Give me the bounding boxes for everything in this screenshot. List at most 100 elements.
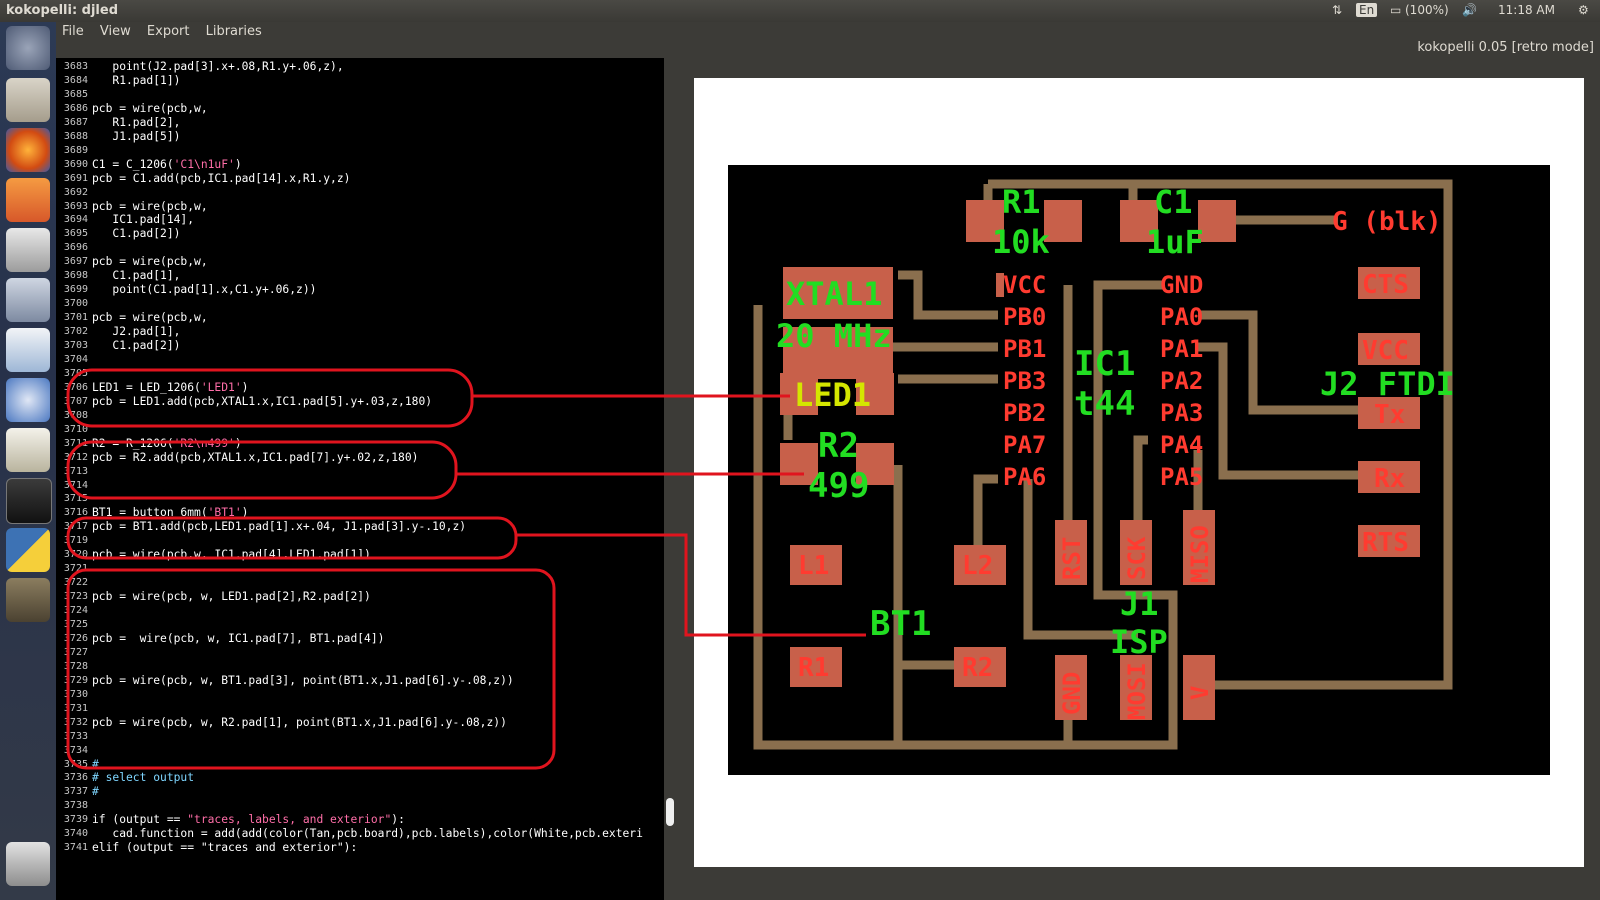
pad-label: L1 [798, 551, 829, 581]
code-line[interactable]: pcb = wire(pcb, w, BT1.pad[3], point(BT1… [92, 674, 514, 688]
pad-label: Rx [1374, 464, 1405, 494]
code-line[interactable]: pcb = C1.add(pcb,IC1.pad[14].x,R1.y,z) [92, 172, 350, 186]
software-center-icon[interactable] [6, 178, 50, 222]
code-line[interactable]: elif (output == "traces and exterior"): [92, 841, 357, 855]
gimp-icon[interactable] [6, 578, 50, 622]
code-line[interactable]: C1 = C_1206('C1\n1uF') [92, 158, 242, 172]
menu-view[interactable]: View [94, 22, 137, 42]
code-line[interactable]: pcb = wire(pcb,w, [92, 102, 208, 116]
editor-scrollbar[interactable] [664, 58, 676, 900]
menu-export[interactable]: Export [141, 22, 196, 42]
line-number: 3721 [63, 563, 88, 575]
code-line[interactable]: pcb = wire(pcb, w, LED1.pad[2],R2.pad[2]… [92, 590, 371, 604]
part-label: LED1 [794, 376, 871, 414]
pad-label: PA5 [1160, 463, 1203, 491]
line-number: 3733 [63, 730, 88, 742]
python-icon[interactable] [6, 528, 50, 572]
code-line[interactable]: pcb = wire(pcb,w, IC1.pad[4],LED1.pad[1]… [92, 548, 371, 562]
code-line[interactable]: # [92, 785, 99, 799]
volume-icon[interactable]: 🔊 [1462, 3, 1477, 17]
part-label: t44 [1074, 384, 1135, 424]
chromium-icon[interactable] [6, 378, 50, 422]
code-line[interactable]: J2.pad[1], [92, 325, 180, 339]
battery-icon[interactable]: ▭ [1390, 3, 1401, 17]
network-icon[interactable]: ⇅ [1332, 3, 1342, 17]
firefox-icon[interactable] [6, 128, 50, 172]
line-number: 3732 [63, 716, 88, 728]
usb-icon[interactable] [6, 278, 50, 322]
line-number: 3723 [63, 591, 88, 603]
menu-libraries[interactable]: Libraries [200, 22, 268, 42]
line-number: 3735 [63, 758, 88, 770]
code-line[interactable]: pcb = wire(pcb,w, [92, 255, 208, 269]
pad-label: VCC [1003, 271, 1046, 299]
pad-label: PA7 [1003, 431, 1046, 459]
line-number: 3688 [63, 130, 88, 142]
code-line[interactable]: pcb = wire(pcb,w, [92, 200, 208, 214]
code-line[interactable]: # select output [92, 771, 194, 785]
code-line[interactable]: # [92, 758, 99, 772]
code-line[interactable]: BT1 = button_6mm('BT1') [92, 506, 248, 520]
line-number: 3716 [63, 507, 88, 519]
pad-label: PA4 [1160, 431, 1203, 459]
line-number: 3730 [63, 688, 88, 700]
line-number: 3741 [63, 842, 88, 854]
code-line[interactable]: point(C1.pad[1].x,C1.y+.06,z)) [92, 283, 316, 297]
pcb-svg: VCC PB0 PB1 PB3 PB2 PA7 PA6 GND PA0 PA1 … [753, 179, 1455, 750]
line-number: 3719 [63, 535, 88, 547]
code-line[interactable]: pcb = wire(pcb, w, IC1.pad[7], BT1.pad[4… [92, 632, 384, 646]
gear-icon[interactable]: ⚙ [1578, 3, 1589, 17]
code-line[interactable]: point(J2.pad[3].x+.08,R1.y+.06,z), [92, 60, 343, 74]
code-editor[interactable]: 3683 point(J2.pad[3].x+.08,R1.y+.06,z), 3… [56, 58, 664, 900]
line-number: 3703 [63, 340, 88, 351]
menu-file[interactable]: File [56, 22, 90, 42]
clock[interactable]: 11:18 AM [1498, 3, 1555, 17]
line-number: 3695 [63, 228, 88, 240]
part-label: 1uF [1146, 223, 1204, 261]
pad-label: L2 [962, 551, 993, 581]
code-line[interactable]: pcb = BT1.add(pcb,LED1.pad[1].x+.04, J1.… [92, 520, 466, 534]
code-line[interactable]: C1.pad[2]) [92, 339, 180, 353]
pad-label: RTS [1362, 528, 1409, 558]
code-line[interactable]: pcb = wire(pcb,w, [92, 311, 208, 325]
line-number: 3705 [63, 367, 88, 379]
code-line[interactable]: pcb = LED1.add(pcb,XTAL1.x,IC1.pad[5].y+… [92, 395, 432, 409]
code-line[interactable]: pcb = R2.add(pcb,XTAL1.x,IC1.pad[7].y+.0… [92, 451, 418, 465]
terminal-icon[interactable] [6, 478, 52, 524]
pcb-board: VCC PB0 PB1 PB3 PB2 PA7 PA6 GND PA0 PA1 … [728, 165, 1550, 775]
text-editor-icon[interactable] [6, 428, 50, 472]
code-line[interactable]: cad.function = add(add(color(Tan,pcb.boa… [92, 827, 643, 841]
scroll-thumb[interactable] [666, 798, 674, 826]
code-line[interactable]: if (output == "traces, labels, and exter… [92, 813, 405, 827]
code-line[interactable]: LED1 = LED_1206('LED1') [92, 381, 248, 395]
document-viewer-icon[interactable] [6, 328, 50, 372]
menu-bar: File View Export Libraries [56, 22, 1600, 42]
dash-icon[interactable] [6, 26, 50, 70]
code-line[interactable]: R1.pad[2], [92, 116, 180, 130]
files-icon[interactable] [6, 78, 50, 122]
disk-icon[interactable] [6, 228, 50, 272]
line-number: 3729 [63, 674, 88, 686]
keyboard-layout[interactable]: En [1356, 3, 1378, 17]
line-number: 3738 [63, 800, 88, 812]
battery-level: (100%) [1405, 3, 1449, 17]
code-line[interactable]: IC1.pad[14], [92, 213, 194, 227]
code-line[interactable]: C1.pad[1], [92, 269, 180, 283]
part-label: BT1 [870, 604, 931, 644]
pad-label: PB0 [1003, 303, 1046, 331]
code-line[interactable]: R1.pad[1]) [92, 74, 180, 88]
code-line[interactable]: C1.pad[2]) [92, 227, 180, 241]
line-number: 3686 [63, 102, 88, 114]
window-title: kokopelli: djled [6, 3, 119, 18]
line-number: 3696 [63, 242, 88, 254]
trash-icon[interactable] [6, 842, 50, 886]
line-number: 3731 [63, 702, 88, 714]
code-line[interactable]: pcb = wire(pcb, w, R2.pad[1], point(BT1.… [92, 716, 507, 730]
line-number: 3715 [63, 493, 88, 505]
line-number: 3692 [63, 186, 88, 198]
code-line[interactable]: J1.pad[5]) [92, 130, 180, 144]
line-number: 3711 [63, 437, 88, 449]
code-line[interactable]: R2 = R_1206('R2\n499') [92, 437, 242, 451]
part-label: J1 [1120, 585, 1159, 623]
pad-label: PB2 [1003, 399, 1046, 427]
